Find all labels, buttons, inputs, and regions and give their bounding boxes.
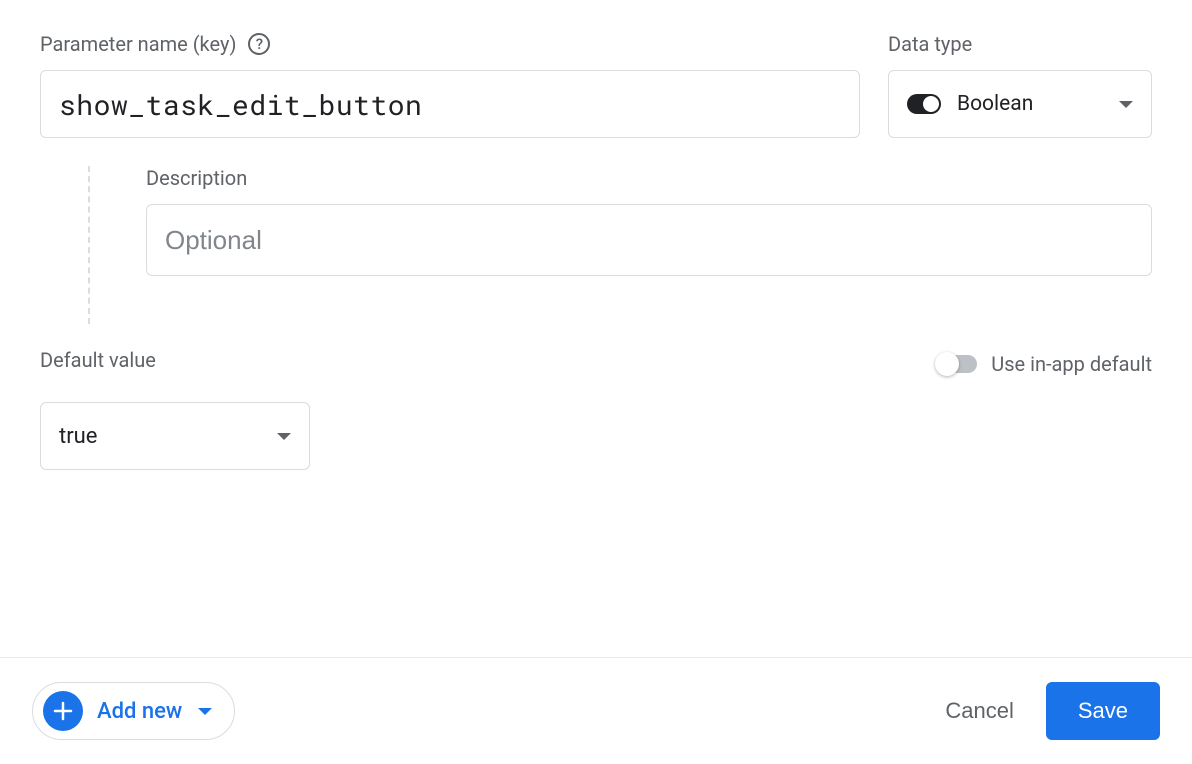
chevron-down-icon — [1119, 101, 1133, 108]
chevron-down-icon — [277, 433, 291, 440]
description-section: Description — [88, 166, 1152, 324]
parameter-name-section: Parameter name (key) ? — [40, 32, 860, 138]
description-label: Description — [146, 166, 1152, 190]
footer: Add new Cancel Save — [0, 657, 1192, 764]
use-in-app-default-label: Use in-app default — [991, 352, 1152, 376]
data-type-value: Boolean — [957, 92, 1033, 116]
cancel-button[interactable]: Cancel — [945, 698, 1013, 724]
add-new-button[interactable]: Add new — [32, 682, 235, 740]
default-value-select[interactable]: true — [40, 402, 310, 470]
data-type-select[interactable]: Boolean — [888, 70, 1152, 138]
help-icon[interactable]: ? — [248, 33, 270, 55]
default-value-section: Default value true — [40, 348, 310, 470]
use-in-app-default-toggle[interactable] — [937, 355, 977, 373]
save-button[interactable]: Save — [1046, 682, 1160, 740]
chevron-down-icon — [198, 708, 212, 715]
add-new-label: Add new — [97, 699, 182, 724]
data-type-section: Data type Boolean — [888, 32, 1152, 138]
description-input[interactable] — [146, 204, 1152, 276]
default-value-label: Default value — [40, 348, 310, 372]
plus-icon — [43, 691, 83, 731]
use-in-app-default-section: Use in-app default — [937, 352, 1152, 376]
default-value-text: true — [59, 424, 97, 449]
parameter-name-input[interactable] — [40, 70, 860, 138]
parameter-name-label-text: Parameter name (key) — [40, 32, 236, 56]
data-type-label: Data type — [888, 32, 1152, 56]
parameter-name-label: Parameter name (key) ? — [40, 32, 860, 56]
boolean-toggle-icon — [907, 94, 941, 114]
